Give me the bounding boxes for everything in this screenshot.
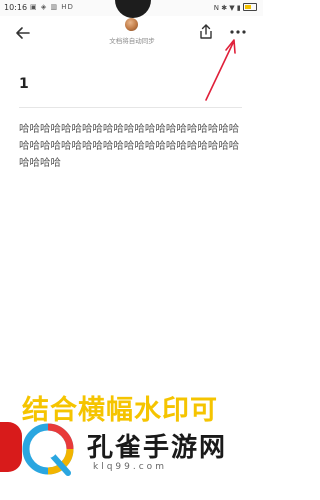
status-notification-icons: ▣ ◈ ▥ HD bbox=[30, 3, 74, 11]
battery-icon bbox=[243, 3, 257, 11]
document-body[interactable]: 哈哈哈哈哈哈哈哈哈哈哈哈哈哈哈哈哈哈哈哈哈哈哈哈哈哈哈哈哈哈哈哈哈哈哈哈哈哈哈哈… bbox=[19, 121, 247, 172]
share-icon bbox=[200, 24, 212, 39]
back-button[interactable] bbox=[12, 22, 34, 44]
status-time: 10:16 bbox=[4, 3, 28, 12]
title-divider bbox=[19, 107, 242, 108]
avatar[interactable] bbox=[125, 18, 138, 31]
status-indicator-icons: N ✱ ▼ ▮ bbox=[213, 4, 241, 12]
watermark-site-name: 孔雀手游网 bbox=[87, 433, 228, 463]
document-title[interactable]: 1 bbox=[19, 76, 29, 92]
app-bar: 文档将自动同步 bbox=[0, 16, 263, 50]
peacock-logo-icon bbox=[22, 423, 74, 476]
watermark: 结合横幅水印可 孔雀手游网 klq99.com bbox=[0, 392, 263, 500]
more-options-button[interactable] bbox=[228, 24, 248, 40]
watermark-site-url: klq99.com bbox=[93, 462, 167, 472]
share-button[interactable] bbox=[196, 22, 216, 42]
more-horizontal-icon bbox=[230, 30, 246, 34]
arrow-left-icon bbox=[16, 27, 30, 39]
status-system-icons: N ✱ ▼ ▮ bbox=[214, 3, 257, 12]
watermark-red-tab bbox=[0, 422, 22, 472]
sync-status-text: 文档将自动同步 bbox=[109, 37, 155, 45]
